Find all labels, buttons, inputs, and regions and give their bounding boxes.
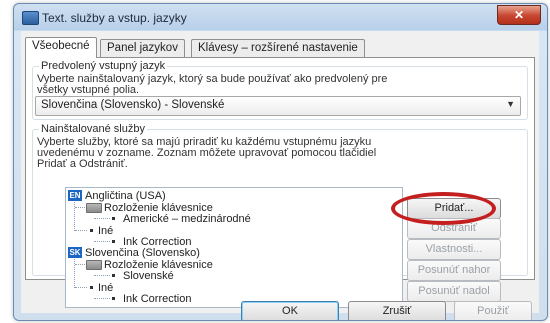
tree-connector	[75, 230, 87, 231]
tree-connector	[75, 287, 87, 288]
move-down-button[interactable]: Posunúť nadol	[407, 281, 501, 302]
tree-item-other-sk[interactable]: Iné	[98, 282, 113, 294]
title-bar[interactable]: Text. služby a vstup. jazyky ✕	[14, 4, 547, 31]
tree-bullet	[90, 286, 93, 289]
tree-item-language-sk[interactable]: Slovenčina (Slovensko)	[85, 247, 200, 259]
tree-connector	[75, 264, 85, 265]
default-language-group-title: Predvolený vstupný jazyk	[39, 60, 168, 72]
properties-button[interactable]: Vlastnosti...	[407, 239, 501, 260]
tree-bullet	[112, 297, 115, 300]
tab-advanced-key-settings[interactable]: Klávesy – rozšírené nastavenie	[191, 39, 365, 57]
tree-item-language-en[interactable]: Angličtina (USA)	[85, 190, 166, 202]
tree-bullet	[112, 217, 115, 220]
keyboard-icon	[86, 203, 102, 213]
cancel-button[interactable]: Zrušiť	[348, 301, 446, 320]
apply-button[interactable]: Použiť	[454, 301, 532, 320]
default-language-select[interactable]: Slovenčina (Slovensko) - Slovenské ▼	[35, 96, 521, 116]
default-language-selected-value: Slovenčina (Slovensko) - Slovenské	[41, 99, 225, 111]
tree-connector	[94, 218, 110, 219]
ok-button[interactable]: OK	[241, 301, 339, 320]
installed-services-description-line-3: Pridať a Odstrániť.	[37, 158, 128, 170]
tree-item-keyboard-slovak[interactable]: Slovenské	[123, 270, 174, 282]
installed-services-tree[interactable]: EN Angličtina (USA) Rozloženie klávesnic…	[65, 187, 403, 308]
tree-connector	[75, 207, 85, 208]
language-badge-sk: SK	[68, 247, 82, 258]
default-language-description-line-2: všetky vstupné polia.	[37, 84, 140, 96]
tree-bullet	[112, 274, 115, 277]
move-up-button[interactable]: Posunúť nahor	[407, 260, 501, 281]
tree-bullet	[90, 229, 93, 232]
keyboard-icon	[86, 260, 102, 270]
language-badge-en: EN	[68, 190, 82, 201]
tree-item-keyboard-us-international[interactable]: Americké – medzinárodné	[123, 213, 251, 225]
tree-bullet	[112, 240, 115, 243]
chevron-down-icon: ▼	[506, 99, 515, 109]
tab-language-bar[interactable]: Panel jazykov	[100, 39, 185, 57]
installed-services-group-title: Nainštalované služby	[39, 123, 147, 135]
close-button[interactable]: ✕	[497, 5, 541, 25]
highlight-circle-annotation	[391, 192, 496, 225]
window-app-icon	[22, 11, 39, 25]
window-title: Text. služby a vstup. jazyky	[42, 11, 187, 25]
tab-general[interactable]: Všeobecné	[25, 37, 97, 58]
tree-connector	[94, 298, 110, 299]
tree-item-ink-correction-sk[interactable]: Ink Correction	[123, 293, 191, 305]
tree-connector	[94, 241, 110, 242]
dialog-window: Text. služby a vstup. jazyky ✕ Všeobecné…	[13, 3, 548, 321]
tree-item-other-en[interactable]: Iné	[98, 225, 113, 237]
tree-connector	[94, 275, 110, 276]
dialog-client-area: Všeobecné Panel jazykov Klávesy – rozšír…	[21, 31, 539, 320]
